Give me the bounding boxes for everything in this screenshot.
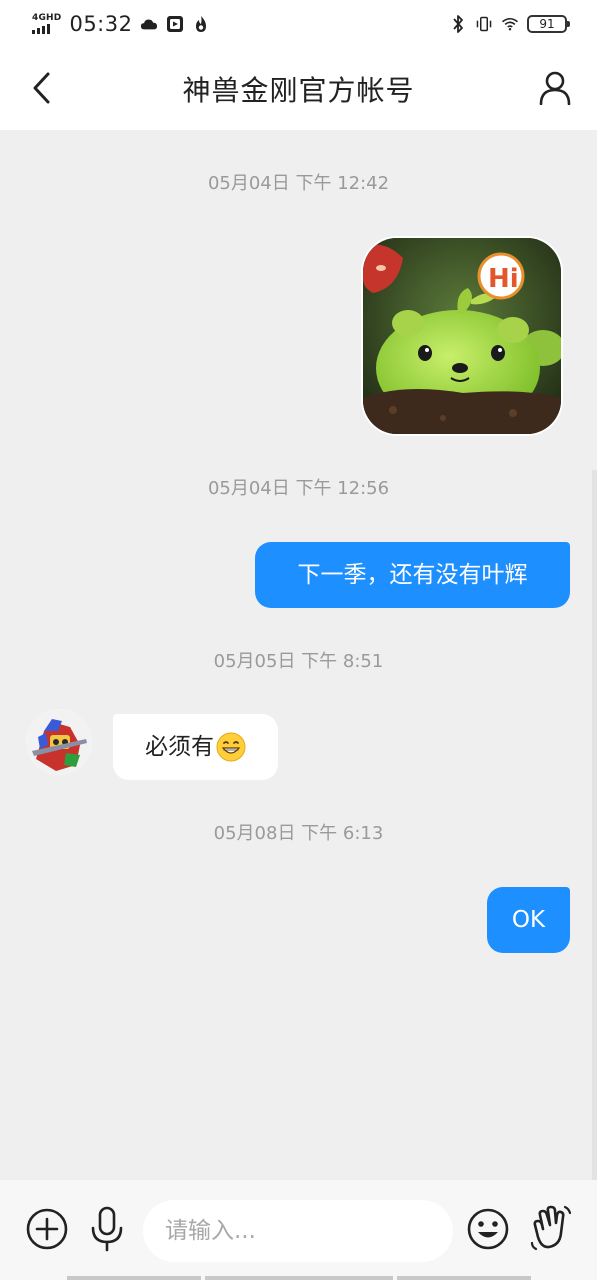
wave-hand-icon [530, 1205, 572, 1251]
chevron-left-icon [33, 72, 50, 104]
cloud-icon [140, 15, 158, 33]
message-timestamp: 05月04日 下午 12:56 [207, 478, 390, 499]
emoji-icon [467, 1208, 509, 1250]
message-timestamp: 05月04日 下午 12:42 [207, 173, 390, 194]
back-button[interactable] [22, 68, 62, 108]
message-text: 必须有 [145, 733, 214, 760]
message-timestamp: 05月05日 下午 8:51 [213, 651, 384, 672]
wifi-icon [501, 15, 519, 33]
profile-button[interactable] [535, 68, 575, 108]
battery-icon: 91 [527, 15, 570, 33]
battery-level: 91 [539, 17, 555, 31]
message-text: OK [511, 906, 546, 933]
status-bar-left: 4GHD 05:32 [32, 12, 210, 36]
flame-icon [192, 15, 210, 33]
message-text: 下一季，还有没有叶辉 [297, 561, 528, 588]
bluetooth-icon [449, 15, 467, 33]
status-time: 05:32 [69, 12, 133, 36]
sent-message-bubble[interactable]: OK [487, 887, 570, 953]
sticker-image: Hi [363, 238, 561, 434]
sticker-text: Hi [488, 264, 519, 294]
robot-avatar-icon [26, 709, 92, 775]
chat-header: 神兽金刚官方帐号 [0, 48, 597, 130]
message-timestamp: 05月08日 下午 6:13 [213, 823, 384, 844]
received-message-bubble[interactable]: 必须有 [113, 714, 278, 780]
page-title: 神兽金刚官方帐号 [182, 74, 415, 107]
signal-icon [32, 24, 50, 34]
status-bar: 4GHD 05:32 91 [0, 0, 597, 48]
network-indicator: 4GHD [32, 14, 61, 34]
vibrate-icon [475, 15, 493, 33]
user-icon [539, 71, 571, 105]
network-type: 4GHD [32, 13, 62, 23]
microphone-icon [91, 1206, 123, 1252]
status-bar-right: 91 [449, 15, 570, 33]
input-bar [0, 1180, 597, 1280]
media-icon [166, 15, 184, 33]
home-indicator [0, 1276, 597, 1280]
voice-button[interactable] [83, 1205, 131, 1253]
avatar[interactable] [26, 709, 92, 775]
add-button[interactable] [23, 1205, 71, 1253]
plus-icon [26, 1208, 68, 1250]
wave-button[interactable] [527, 1203, 575, 1251]
sent-message-bubble[interactable]: 下一季，还有没有叶辉 [255, 542, 570, 608]
scrollbar[interactable] [592, 470, 597, 1280]
sticker-message[interactable]: Hi [363, 238, 561, 434]
grinning-face-icon [216, 732, 246, 762]
message-input[interactable] [143, 1200, 453, 1262]
emoji-button[interactable] [464, 1205, 512, 1253]
